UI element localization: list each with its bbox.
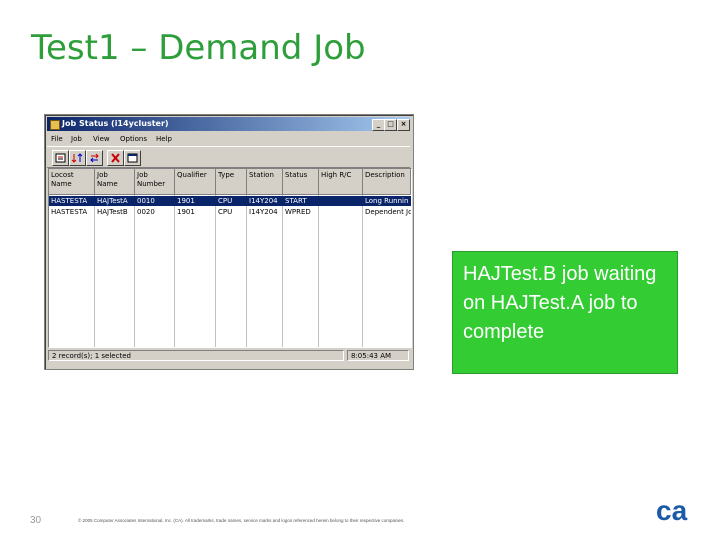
- header-line: Number: [137, 180, 166, 188]
- column-header-job-name[interactable]: Job Name: [95, 169, 135, 195]
- column-header-locost-name[interactable]: Locost Name: [49, 169, 95, 195]
- header-line: Status: [285, 171, 308, 179]
- column-divider: [318, 195, 319, 347]
- column-header-qualifier[interactable]: Qualifier: [175, 169, 216, 195]
- column-header-job-number[interactable]: Job Number: [135, 169, 175, 195]
- header-line: Qualifier: [177, 171, 207, 179]
- cell-description: Long Runnin: [365, 197, 409, 205]
- status-time: 8:05:43 AM: [347, 350, 409, 361]
- app-icon: [50, 120, 60, 130]
- header-line: Station: [249, 171, 274, 179]
- cell-type: CPU: [218, 208, 233, 216]
- column-divider: [215, 195, 216, 347]
- menu-bar: File Job View Options Help: [47, 133, 410, 145]
- callout-text: HAJTest.B job waiting on HAJTest.A job t…: [463, 263, 657, 343]
- header-line: Description: [365, 171, 405, 179]
- ca-logo: ca: [656, 498, 688, 524]
- refresh-icon[interactable]: [86, 150, 103, 166]
- header-line: High R/C: [321, 171, 352, 179]
- status-records: 2 record(s); 1 selected: [48, 350, 344, 361]
- cell-job-name: HAJTestA: [97, 197, 128, 205]
- status-bar: 2 record(s); 1 selected 8:05:43 AM: [48, 349, 410, 363]
- header-line: Job: [137, 171, 148, 179]
- window-icon[interactable]: [124, 150, 141, 166]
- column-header-type[interactable]: Type: [216, 169, 247, 195]
- copyright-notice: © 2005 Computer Associates International…: [78, 518, 405, 523]
- column-divider: [94, 195, 95, 347]
- header-line: Job: [97, 171, 108, 179]
- header-line: Name: [51, 180, 72, 188]
- cell-station: I14Y204: [249, 197, 278, 205]
- cell-type: CPU: [218, 197, 233, 205]
- sort-icon[interactable]: [69, 150, 86, 166]
- header-line: Type: [218, 171, 235, 179]
- cell-job-name: HAJTestB: [97, 208, 128, 216]
- cell-locost-name: HASTESTA: [51, 208, 88, 216]
- slide-title: Test1 – Demand Job: [31, 28, 366, 68]
- cell-status: START: [285, 197, 307, 205]
- cell-qualifier: 1901: [177, 208, 195, 216]
- logo-text: ca: [656, 498, 688, 524]
- cell-job-number: 0020: [137, 208, 155, 216]
- menu-view[interactable]: View: [93, 135, 110, 143]
- header-line: Name: [97, 180, 118, 188]
- properties-icon[interactable]: [52, 150, 69, 166]
- column-divider: [134, 195, 135, 347]
- maximize-button[interactable]: □: [384, 119, 397, 131]
- table-row[interactable]: HASTESTA HAJTestA 0010 1901 CPU I14Y204 …: [49, 196, 411, 206]
- column-divider: [246, 195, 247, 347]
- close-button[interactable]: ×: [397, 119, 410, 131]
- cancel-job-icon[interactable]: [107, 150, 124, 166]
- column-divider: [362, 195, 363, 347]
- column-divider: [174, 195, 175, 347]
- column-header-description[interactable]: Description: [363, 169, 411, 195]
- menu-file[interactable]: File: [51, 135, 63, 143]
- job-table: Locost Name Job Name Job Number Qualifier T…: [48, 168, 412, 348]
- cell-qualifier: 1901: [177, 197, 195, 205]
- column-divider: [282, 195, 283, 347]
- menu-job[interactable]: Job: [71, 135, 82, 143]
- window-title: Job Status (i14ycluster): [62, 119, 169, 128]
- cell-job-number: 0010: [137, 197, 155, 205]
- header-line: Locost: [51, 171, 74, 179]
- callout-box: HAJTest.B job waiting on HAJTest.A job t…: [452, 251, 678, 374]
- column-header-high-rc[interactable]: High R/C: [319, 169, 363, 195]
- cell-locost-name: HASTESTA: [51, 197, 88, 205]
- menu-help[interactable]: Help: [156, 135, 172, 143]
- cell-description: Dependent Jo: [365, 208, 411, 216]
- cell-status: WPRED: [285, 208, 311, 216]
- toolbar: [47, 146, 410, 168]
- column-header-station[interactable]: Station: [247, 169, 283, 195]
- cell-station: I14Y204: [249, 208, 278, 216]
- page-number: 30: [30, 515, 42, 526]
- column-header-status[interactable]: Status: [283, 169, 319, 195]
- table-row[interactable]: HASTESTA HAJTestB 0020 1901 CPU I14Y204 …: [49, 207, 411, 217]
- menu-options[interactable]: Options: [120, 135, 147, 143]
- window-titlebar[interactable]: Job Status (i14ycluster) _ □ ×: [47, 117, 410, 131]
- job-status-window: Job Status (i14ycluster) _ □ × File Job …: [44, 114, 414, 370]
